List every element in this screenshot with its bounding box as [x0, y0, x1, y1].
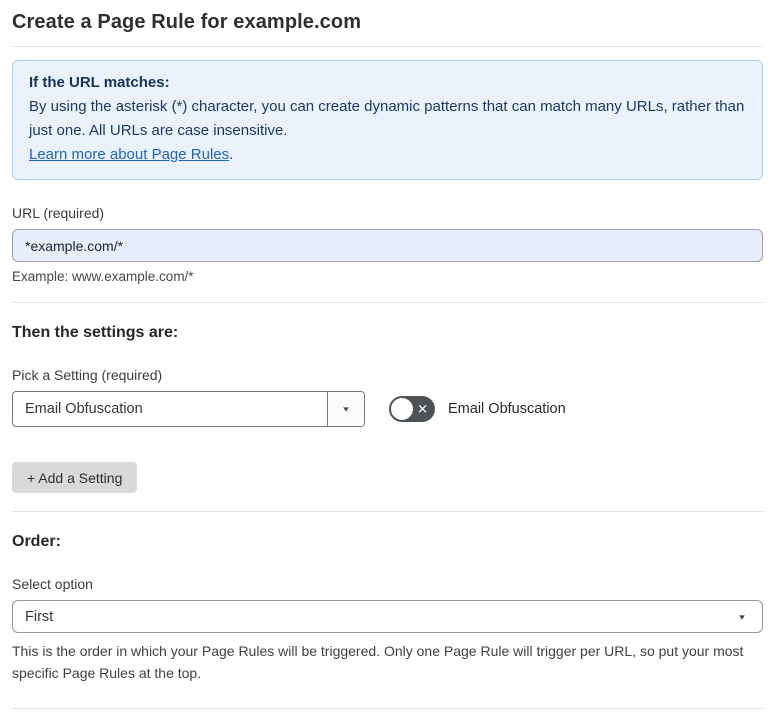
info-box-link-line: Learn more about Page Rules. — [29, 143, 746, 167]
order-select-label: Select option — [12, 576, 93, 592]
link-suffix: . — [229, 146, 234, 163]
caret-down-icon: ▼ — [737, 612, 747, 621]
divider — [12, 708, 763, 709]
learn-more-link[interactable]: Learn more about Page Rules — [29, 146, 229, 163]
setting-select[interactable]: Email Obfuscation ▼ — [12, 391, 365, 427]
divider — [12, 511, 763, 512]
order-select-value: First — [25, 608, 54, 625]
create-page-rule-form: Create a Page Rule for example.com If th… — [0, 0, 775, 717]
order-select[interactable]: First ▼ — [12, 600, 763, 633]
toggle-knob — [391, 398, 413, 420]
header-divider — [12, 46, 763, 47]
settings-section-heading: Then the settings are: — [12, 324, 179, 341]
info-box-heading: If the URL matches: — [29, 74, 170, 91]
pick-setting-label: Pick a Setting (required) — [12, 367, 163, 383]
toggle-label: Email Obfuscation — [448, 401, 566, 417]
toggle-off-x-icon: ✕ — [417, 401, 428, 417]
page-title: Create a Page Rule for example.com — [12, 11, 362, 33]
order-helper-text: This is the order in which your Page Rul… — [12, 643, 744, 681]
email-obfuscation-toggle[interactable]: ✕ — [389, 396, 435, 422]
url-label: URL (required) — [12, 205, 105, 221]
order-section-heading: Order: — [12, 533, 61, 550]
info-box-body: By using the asterisk (*) character, you… — [29, 98, 745, 139]
add-setting-button[interactable]: + Add a Setting — [12, 462, 138, 493]
setting-select-value: Email Obfuscation — [25, 401, 143, 417]
chevron-down-icon[interactable]: ▼ — [327, 392, 364, 426]
setting-row: Email Obfuscation ▼ ✕ Email Obfuscation — [12, 391, 763, 427]
divider — [12, 302, 763, 303]
url-matches-info-box: If the URL matches: By using the asteris… — [12, 60, 763, 180]
url-input[interactable] — [12, 229, 763, 262]
url-example-helper: Example: www.example.com/* — [12, 269, 194, 284]
